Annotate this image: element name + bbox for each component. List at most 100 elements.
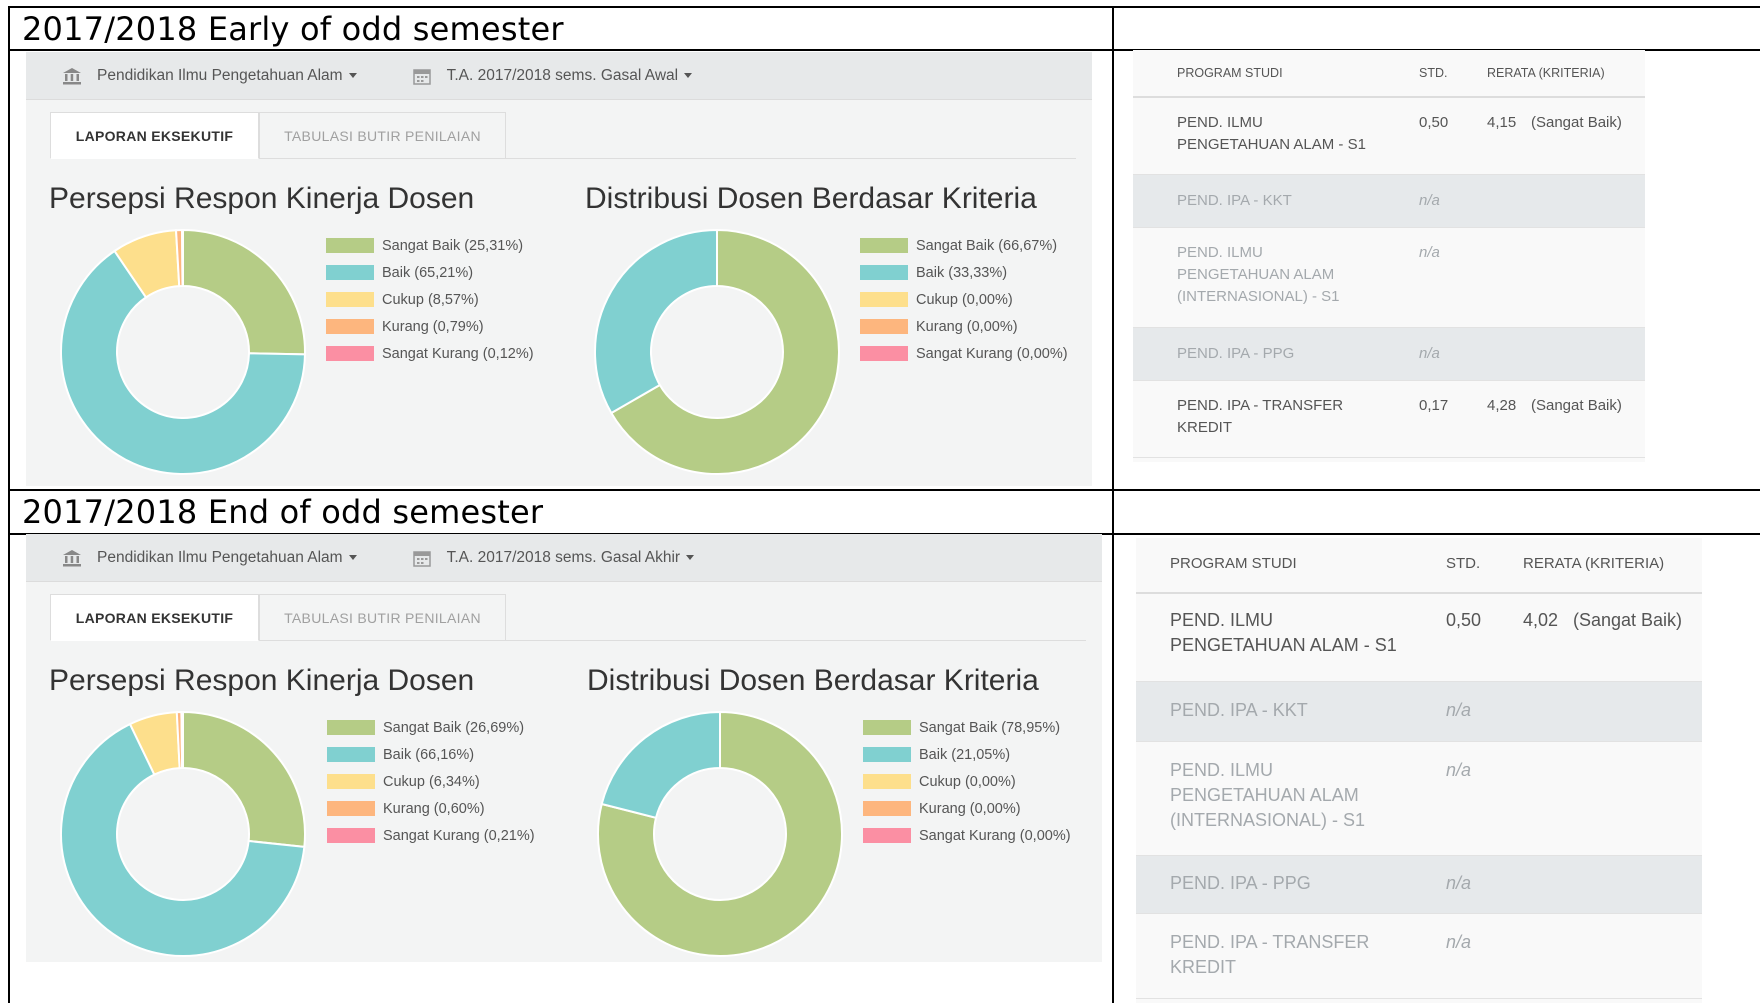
- column-header-std: STD.: [1446, 555, 1481, 572]
- kriteria-value: (Sangat Baik): [1573, 610, 1683, 630]
- legend-item: Sangat Baik (78,95%): [863, 714, 1071, 741]
- std-value: n/a: [1446, 873, 1472, 893]
- institution-icon: [63, 67, 81, 84]
- legend-swatch: [863, 747, 911, 762]
- donut-slice-sangat-baik: [182, 228, 306, 356]
- legend-swatch: [327, 747, 375, 762]
- institution-dropdown[interactable]: Pendidikan Ilmu Pengetahuan Alam: [62, 67, 357, 85]
- legend-swatch: [860, 238, 908, 253]
- table-row: PEND. ILMU PENGETAHUAN ALAM - S1 0,50 4,…: [1136, 594, 1702, 682]
- chart-legend: Sangat Baik (25,31%) Baik (65,21%) Cukup…: [326, 232, 534, 367]
- program-name: PEND. IPA - TRANSFER KREDIT: [1170, 930, 1369, 980]
- table-header: PROGRAM STUDI STD. RERATA (KRITERIA): [1136, 538, 1702, 594]
- kriteria-value: (Sangat Baik): [1531, 114, 1622, 131]
- program-name-line: PEND. IPA - KKT: [1177, 192, 1292, 209]
- program-name: PEND. IPA - PPG: [1177, 343, 1294, 365]
- period-dropdown[interactable]: T.A. 2017/2018 sems. Gasal Awal: [412, 67, 693, 85]
- legend-swatch: [327, 720, 375, 735]
- program-name-line: PEND. IPA - TRANSFER: [1177, 397, 1344, 414]
- program-name: PEND. ILMU PENGETAHUAN ALAM - S1: [1177, 112, 1366, 156]
- donut-slice-sangat-kurang: [181, 228, 184, 288]
- institution-dropdown[interactable]: Pendidikan Ilmu Pengetahuan Alam: [62, 549, 357, 567]
- program-studi-table: PROGRAM STUDI STD. RERATA (KRITERIA) PEN…: [1136, 538, 1702, 1003]
- program-name-line: PEND. ILMU: [1177, 244, 1263, 261]
- table-row: PEND. ILMU PENGETAHUAN ALAM - S1 0,50 4,…: [1133, 98, 1645, 175]
- legend-item: Sangat Baik (26,69%): [327, 714, 535, 741]
- program-name-line: PENGETAHUAN ALAM - S1: [1170, 635, 1397, 655]
- chart-title: Distribusi Dosen Berdasar Kriteria: [585, 182, 1037, 215]
- period-dropdown[interactable]: T.A. 2017/2018 sems. Gasal Akhir: [412, 548, 695, 567]
- legend-item: Sangat Baik (25,31%): [326, 232, 534, 259]
- legend-item: Cukup (0,00%): [860, 286, 1068, 313]
- legend-item: Kurang (0,60%): [327, 795, 535, 822]
- donut-slice-sangat-baik: [182, 710, 306, 849]
- legend-label: Sangat Kurang (0,21%): [383, 827, 535, 844]
- program-name-line: KREDIT: [1170, 957, 1237, 977]
- std-value: n/a: [1446, 760, 1472, 780]
- report-tabs: LAPORAN EKSEKUTIF TABULASI BUTIR PENILAI…: [50, 594, 1086, 641]
- tab-laporan-eksekutif[interactable]: LAPORAN EKSEKUTIF: [50, 594, 259, 641]
- legend-item: Sangat Kurang (0,00%): [860, 340, 1068, 367]
- institution-label: Pendidikan Ilmu Pengetahuan Alam: [97, 66, 343, 84]
- legend-item: Cukup (0,00%): [863, 768, 1071, 795]
- legend-swatch: [326, 346, 374, 361]
- chart-legend: Sangat Baik (26,69%) Baik (66,16%) Cukup…: [327, 714, 535, 849]
- program-name-line: PEND. IPA - KKT: [1170, 700, 1308, 720]
- legend-item: Baik (21,05%): [863, 741, 1071, 768]
- std-value: 0,17: [1419, 397, 1449, 414]
- period-label: T.A. 2017/2018 sems. Gasal Akhir: [446, 548, 681, 566]
- column-header-std: STD.: [1419, 66, 1448, 80]
- std-value: n/a: [1446, 700, 1472, 720]
- legend-label: Sangat Kurang (0,12%): [382, 345, 534, 362]
- rerata-value: 4,28: [1487, 397, 1517, 414]
- legend-label: Sangat Kurang (0,00%): [916, 345, 1068, 362]
- std-value: n/a: [1419, 244, 1440, 261]
- calendar-icon: [412, 550, 431, 567]
- legend-label: Cukup (6,34%): [383, 773, 480, 790]
- legend-swatch: [326, 319, 374, 334]
- column-header-program-studi: PROGRAM STUDI: [1170, 555, 1297, 572]
- table-column-divider: [1112, 6, 1114, 1003]
- tab-tabulasi-butir-penilaian[interactable]: TABULASI BUTIR PENILAIAN: [259, 112, 506, 159]
- legend-item: Baik (33,33%): [860, 259, 1068, 286]
- table-row: PEND. IPA - PPG n/a: [1133, 328, 1645, 381]
- legend-swatch: [327, 801, 375, 816]
- donut-slice-baik: [594, 228, 718, 415]
- legend-item: Cukup (6,34%): [327, 768, 535, 795]
- std-value: 0,50: [1419, 114, 1449, 131]
- legend-item: Kurang (0,00%): [860, 313, 1068, 340]
- tab-laporan-eksekutif[interactable]: LAPORAN EKSEKUTIF: [50, 112, 259, 159]
- tab-tabulasi-butir-penilaian[interactable]: TABULASI BUTIR PENILAIAN: [259, 594, 506, 641]
- program-name-line: PENGETAHUAN ALAM - S1: [1177, 136, 1366, 153]
- legend-swatch: [863, 828, 911, 843]
- program-name-line: PEND. IPA - PPG: [1170, 873, 1311, 893]
- column-header-rerata: RERATA (KRITERIA): [1523, 555, 1665, 572]
- chart-legend: Sangat Baik (66,67%) Baik (33,33%) Cukup…: [860, 232, 1068, 367]
- program-name-line: (INTERNASIONAL) - S1: [1177, 288, 1340, 305]
- legend-item: Baik (65,21%): [326, 259, 534, 286]
- program-name: PEND. ILMU PENGETAHUAN ALAM - S1: [1170, 608, 1397, 658]
- program-name: PEND. IPA - TRANSFER KREDIT: [1177, 395, 1343, 439]
- legend-item: Kurang (0,79%): [326, 313, 534, 340]
- program-name-line: PENGETAHUAN ALAM: [1177, 266, 1335, 283]
- legend-item: Sangat Kurang (0,21%): [327, 822, 535, 849]
- legend-label: Baik (21,05%): [919, 746, 1011, 763]
- legend-item: Sangat Baik (66,67%): [860, 232, 1068, 259]
- program-name-line: PEND. ILMU: [1170, 610, 1274, 630]
- dashboard-panel: Pendidikan Ilmu Pengetahuan Alam T.A. 20…: [26, 534, 1102, 962]
- legend-label: Kurang (0,79%): [382, 318, 484, 335]
- report-tabs: LAPORAN EKSEKUTIF TABULASI BUTIR PENILAI…: [50, 112, 1076, 159]
- legend-label: Sangat Baik (26,69%): [383, 719, 525, 736]
- std-value: n/a: [1419, 345, 1440, 362]
- legend-label: Baik (66,16%): [383, 746, 475, 763]
- program-name-line: (INTERNASIONAL) - S1: [1170, 810, 1366, 830]
- period-label: T.A. 2017/2018 sems. Gasal Awal: [446, 66, 679, 84]
- column-header-rerata: RERATA (KRITERIA): [1487, 66, 1605, 80]
- legend-label: Cukup (0,00%): [916, 291, 1013, 308]
- table-row: PEND. IPA - KKT n/a: [1136, 682, 1702, 742]
- table-border-top: [8, 6, 1760, 8]
- program-name-line: PEND. ILMU: [1177, 114, 1263, 131]
- program-name: PEND. ILMU PENGETAHUAN ALAM (INTERNASION…: [1170, 758, 1365, 833]
- legend-swatch: [327, 774, 375, 789]
- table-header: PROGRAM STUDI STD. RERATA (KRITERIA): [1133, 50, 1645, 98]
